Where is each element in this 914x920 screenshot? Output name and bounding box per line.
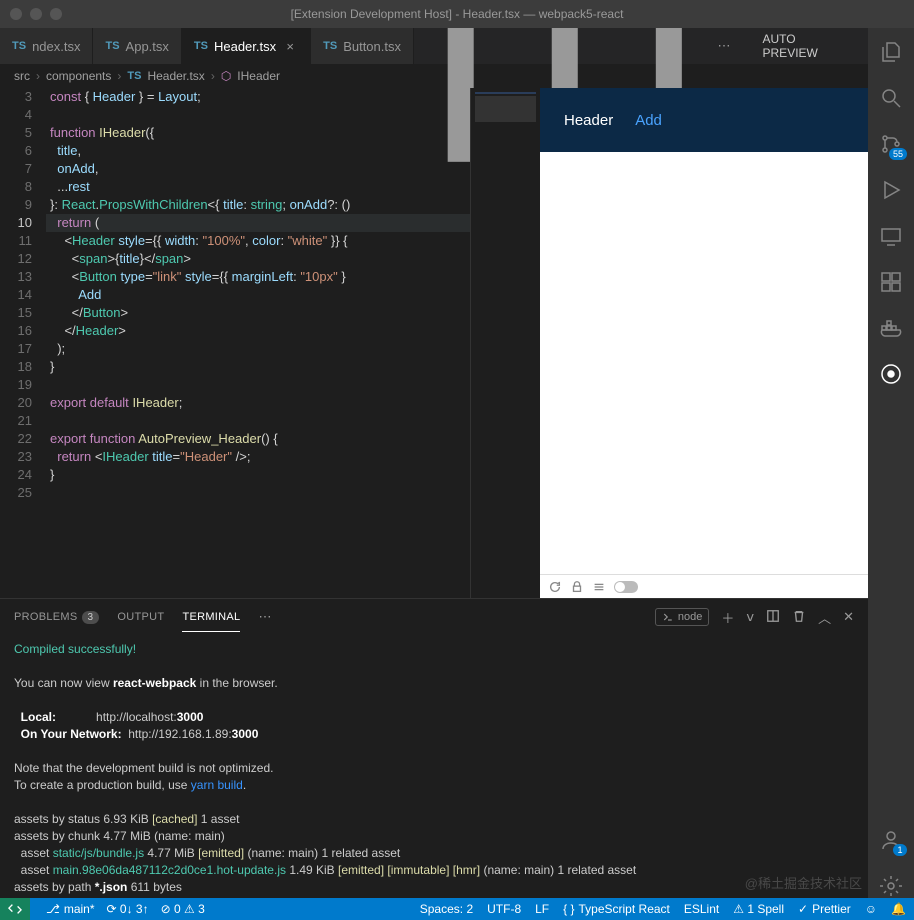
code-editor[interactable]: 345678910111213141516171819202122232425 … <box>0 88 540 598</box>
ts-icon: TS <box>12 40 26 52</box>
menu-icon[interactable] <box>592 580 606 594</box>
more-icon[interactable]: ⋯ <box>258 609 271 625</box>
output-tab[interactable]: OUTPUT <box>117 603 164 631</box>
terminal-output[interactable]: Compiled successfully! You can now view … <box>0 635 868 898</box>
feedback-icon[interactable]: ☺ <box>865 902 877 916</box>
ts-icon: TS <box>127 70 141 82</box>
minimap[interactable] <box>470 88 540 598</box>
spell-status[interactable]: ⚠ 1 Spell <box>733 902 784 916</box>
auto-preview-tab[interactable]: AUTO PREVIEW <box>743 28 868 64</box>
toggle-switch[interactable] <box>614 581 638 593</box>
encoding-indicator[interactable]: UTF-8 <box>487 902 521 916</box>
problems-tab[interactable]: PROBLEMS3 <box>14 603 99 631</box>
more-actions-icon[interactable]: ⋯ <box>718 38 731 54</box>
activity-bar: 55 1 <box>868 28 914 898</box>
problems-status[interactable]: ⊘ 0 ⚠ 3 <box>161 902 205 916</box>
source-control-icon[interactable]: 55 <box>879 132 903 156</box>
tab-bar: TSndex.tsxTSApp.tsxTSHeader.tsx×TSButton… <box>0 28 868 64</box>
kill-terminal-icon[interactable] <box>792 609 806 626</box>
breadcrumb-item[interactable]: src <box>14 69 30 83</box>
status-bar: ⎇ main* ⟳ 0↓ 3↑ ⊘ 0 ⚠ 3 Spaces: 2 UTF-8 … <box>0 898 914 920</box>
remote-explorer-icon[interactable] <box>879 224 903 248</box>
git-sync[interactable]: ⟳ 0↓ 3↑ <box>107 902 149 916</box>
lock-icon[interactable] <box>570 580 584 594</box>
breadcrumb-item[interactable]: Header.tsx <box>147 69 204 83</box>
remote-indicator[interactable] <box>0 898 30 920</box>
terminal-tab[interactable]: TERMINAL <box>182 603 240 632</box>
prettier-status[interactable]: ✓ Prettier <box>798 902 851 916</box>
editor-tab[interactable]: TSButton.tsx <box>311 28 414 64</box>
new-terminal-icon[interactable]: ＋ <box>721 608 734 627</box>
maximize-panel-icon[interactable]: ︿ <box>818 608 831 627</box>
account-icon[interactable]: 1 <box>879 828 903 852</box>
close-icon[interactable]: × <box>282 39 298 54</box>
ts-icon: TS <box>105 40 119 52</box>
spaces-indicator[interactable]: Spaces: 2 <box>420 902 473 916</box>
preview-add-link[interactable]: Add <box>635 112 662 129</box>
minimize-window-icon[interactable] <box>30 8 42 20</box>
run-debug-icon[interactable] <box>879 178 903 202</box>
git-branch[interactable]: ⎇ main* <box>46 902 95 916</box>
preview-pane: Header Add <box>540 88 868 598</box>
close-panel-icon[interactable]: ✕ <box>843 609 854 625</box>
eol-indicator[interactable]: LF <box>535 902 549 916</box>
refresh-icon[interactable] <box>548 580 562 594</box>
breadcrumb-item[interactable]: IHeader <box>237 69 280 83</box>
split-terminal-icon[interactable] <box>766 609 780 626</box>
preview-body <box>540 152 868 574</box>
ts-icon: TS <box>194 40 208 52</box>
eslint-status[interactable]: ESLint <box>684 902 719 916</box>
traffic-lights <box>0 8 62 20</box>
maximize-window-icon[interactable] <box>50 8 62 20</box>
symbol-icon: ⬡ <box>221 69 231 83</box>
preview-footer <box>540 574 868 598</box>
breadcrumb[interactable]: src › components › TS Header.tsx › ⬡ IHe… <box>0 64 868 88</box>
extensions-icon[interactable] <box>879 270 903 294</box>
breadcrumb-item[interactable]: components <box>46 69 111 83</box>
docker-icon[interactable] <box>879 316 903 340</box>
language-mode[interactable]: { } TypeScript React <box>563 902 670 916</box>
editor-tab[interactable]: TSHeader.tsx× <box>182 28 311 64</box>
editor-tab[interactable]: TSApp.tsx <box>93 28 181 64</box>
settings-icon[interactable] <box>879 874 903 898</box>
bottom-panel: PROBLEMS3 OUTPUT TERMINAL ⋯ node ＋ ⅴ ︿ ✕… <box>0 598 868 898</box>
title-bar: [Extension Development Host] - Header.ts… <box>0 0 914 28</box>
close-window-icon[interactable] <box>10 8 22 20</box>
preview-title: Header <box>564 112 613 129</box>
dropdown-icon[interactable]: ⅴ <box>746 609 754 625</box>
ts-icon: TS <box>323 40 337 52</box>
terminal-selector[interactable]: node <box>655 608 709 626</box>
preview-header: Header Add <box>540 88 868 152</box>
editor-tab[interactable]: TSndex.tsx <box>0 28 93 64</box>
notifications-icon[interactable]: 🔔 <box>891 902 906 916</box>
files-icon[interactable] <box>879 40 903 64</box>
search-icon[interactable] <box>879 86 903 110</box>
autopreview-icon[interactable] <box>879 362 903 386</box>
window-title: [Extension Development Host] - Header.ts… <box>291 7 624 21</box>
